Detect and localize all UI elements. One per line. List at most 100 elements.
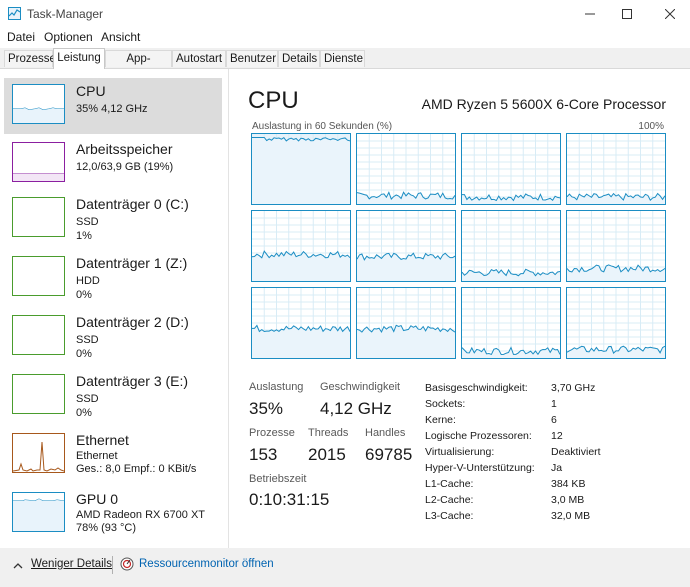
cpu-usage-line xyxy=(462,211,560,281)
memory-thumbnail-line xyxy=(13,173,64,181)
info-label: Kerne: xyxy=(425,414,456,426)
resource-monitor-link[interactable]: Ressourcenmonitor öffnen xyxy=(139,558,274,570)
sidebar-item-cpu[interactable]: CPU 35% 4,12 GHz xyxy=(4,78,222,134)
info-value: Ja xyxy=(551,462,563,474)
sidebar-item-type: SSD xyxy=(76,216,99,228)
window-title: Task-Manager xyxy=(27,7,104,21)
sidebar-item-title: Datenträger 3 (E:) xyxy=(76,373,189,389)
disk-thumbnail-graph xyxy=(12,374,65,414)
sidebar-item-detail: 35% 4,12 GHz xyxy=(76,103,148,115)
utilization-label: Auslastung xyxy=(249,381,304,393)
sidebar-item-detail: 12,0/63,9 GB (19%) xyxy=(76,161,174,173)
sidebar-item-ethernet[interactable]: Ethernet Ethernet Ges.: 8,0 Empf.: 0 KBi… xyxy=(4,427,222,483)
cpu-model-name: AMD Ryzen 5 5600X 6-Core Processor xyxy=(421,96,666,112)
sidebar-item-type: SSD xyxy=(76,393,99,405)
handles-value: 69785 xyxy=(365,445,413,464)
speed-value: 4,12 GHz xyxy=(320,399,392,418)
logical-processor-graph xyxy=(461,287,561,359)
info-value: Deaktiviert xyxy=(551,446,601,458)
less-details-link[interactable]: Weniger Details xyxy=(31,558,112,570)
info-label: L3-Cache: xyxy=(425,510,474,522)
sidebar-item-adapter: Ethernet xyxy=(76,450,118,462)
graph-caption: Auslastung in 60 Sekunden (%) xyxy=(252,121,393,132)
maximize-button[interactable] xyxy=(607,0,647,28)
logical-processor-graph xyxy=(356,210,456,282)
page-title: CPU xyxy=(248,87,299,114)
sidebar-item-throughput: Ges.: 8,0 Empf.: 0 KBit/s xyxy=(76,463,197,475)
info-label: Virtualisierung: xyxy=(425,446,495,458)
sidebar-item-disk-2[interactable]: Datenträger 2 (D:) SSD 0% xyxy=(4,309,222,365)
cpu-usage-line xyxy=(252,211,350,281)
footer-bar: Weniger Details Ressourcenmonitor öffnen xyxy=(0,548,690,587)
info-value: 6 xyxy=(551,414,557,426)
cpu-thumbnail-graph xyxy=(12,84,65,124)
sidebar-item-title: Arbeitsspeicher xyxy=(76,141,173,157)
ethernet-thumbnail-graph xyxy=(12,433,65,473)
disk-thumbnail-graph xyxy=(12,197,65,237)
title-bar[interactable]: Task-Manager xyxy=(0,0,690,28)
tab-dienste[interactable]: Dienste xyxy=(320,50,365,67)
gpu-thumbnail-line xyxy=(13,498,65,531)
sidebar-item-title: Ethernet xyxy=(76,432,129,448)
sidebar-item-disk-1[interactable]: Datenträger 1 (Z:) HDD 0% xyxy=(4,250,222,306)
cpu-usage-line xyxy=(462,288,560,358)
resource-monitor-icon xyxy=(120,557,134,571)
sidebar-item-disk-3[interactable]: Datenträger 3 (E:) SSD 0% xyxy=(4,368,222,424)
processes-label: Prozesse xyxy=(249,427,295,439)
cpu-usage-line xyxy=(567,288,665,358)
info-label: Sockets: xyxy=(425,398,466,410)
menu-optionen[interactable]: Optionen xyxy=(44,30,93,44)
sidebar-item-gpu[interactable]: GPU 0 AMD Radeon RX 6700 XT 78% (93 °C) xyxy=(4,486,222,542)
sidebar-item-title: Datenträger 1 (Z:) xyxy=(76,255,188,271)
chevron-up-icon[interactable] xyxy=(12,560,24,572)
utilization-value: 35% xyxy=(249,399,284,418)
processes-value: 153 xyxy=(249,445,278,464)
info-label: L2-Cache: xyxy=(425,494,474,506)
logical-processor-graph xyxy=(251,210,351,282)
tab-details[interactable]: Details xyxy=(278,50,320,67)
uptime-value: 0:10:31:15 xyxy=(249,490,330,509)
tab-leistung[interactable]: Leistung xyxy=(53,48,105,69)
minimize-button[interactable] xyxy=(570,0,610,28)
menu-datei[interactable]: Datei xyxy=(7,30,35,44)
info-label: Basisgeschwindigkeit: xyxy=(425,382,528,394)
sidebar-item-usage: 1% xyxy=(76,230,92,242)
cpu-usage-line xyxy=(567,211,665,281)
tab-app-verlauf[interactable]: App-Verlauf xyxy=(105,50,172,82)
disk-thumbnail-graph xyxy=(12,256,65,296)
logical-processor-graph xyxy=(461,210,561,282)
graph-max-label: 100% xyxy=(638,121,664,132)
sidebar-item-memory[interactable]: Arbeitsspeicher 12,0/63,9 GB (19%) xyxy=(4,136,222,192)
logical-processor-graph xyxy=(566,133,666,205)
gpu-thumbnail-graph xyxy=(12,492,65,532)
info-value: 384 KB xyxy=(551,478,586,490)
cpu-usage-line xyxy=(567,134,665,204)
cpu-usage-line xyxy=(357,134,455,204)
footer-divider xyxy=(112,556,113,574)
info-label: Hyper-V-Unterstützung: xyxy=(425,462,535,474)
handles-label: Handles xyxy=(365,427,406,439)
sidebar-item-usage: 78% (93 °C) xyxy=(76,522,137,534)
sidebar-item-usage: 0% xyxy=(76,348,92,360)
threads-label: Threads xyxy=(308,427,349,439)
info-value: 1 xyxy=(551,398,557,410)
menu-ansicht[interactable]: Ansicht xyxy=(101,30,140,44)
tab-benutzer[interactable]: Benutzer xyxy=(226,50,278,67)
menu-bar: Datei Optionen Ansicht xyxy=(0,28,690,48)
sidebar-item-disk-0[interactable]: Datenträger 0 (C:) SSD 1% xyxy=(4,191,222,247)
logical-processor-graph xyxy=(461,133,561,205)
ethernet-thumbnail-line xyxy=(12,441,65,472)
threads-value: 2015 xyxy=(308,445,346,464)
sidebar-item-model: AMD Radeon RX 6700 XT xyxy=(76,509,206,521)
close-button[interactable] xyxy=(650,0,690,28)
sidebar-item-title: Datenträger 0 (C:) xyxy=(76,196,189,212)
sidebar-item-title: GPU 0 xyxy=(76,491,119,507)
minimize-icon xyxy=(585,13,595,15)
tab-autostart[interactable]: Autostart xyxy=(172,50,226,67)
tab-prozesse[interactable]: Prozesse xyxy=(4,50,56,67)
logical-processor-graph xyxy=(566,210,666,282)
cpu-usage-line xyxy=(252,288,350,358)
info-value: 12 xyxy=(551,430,563,442)
cpu-usage-line xyxy=(357,288,455,358)
logical-processor-graph xyxy=(356,133,456,205)
